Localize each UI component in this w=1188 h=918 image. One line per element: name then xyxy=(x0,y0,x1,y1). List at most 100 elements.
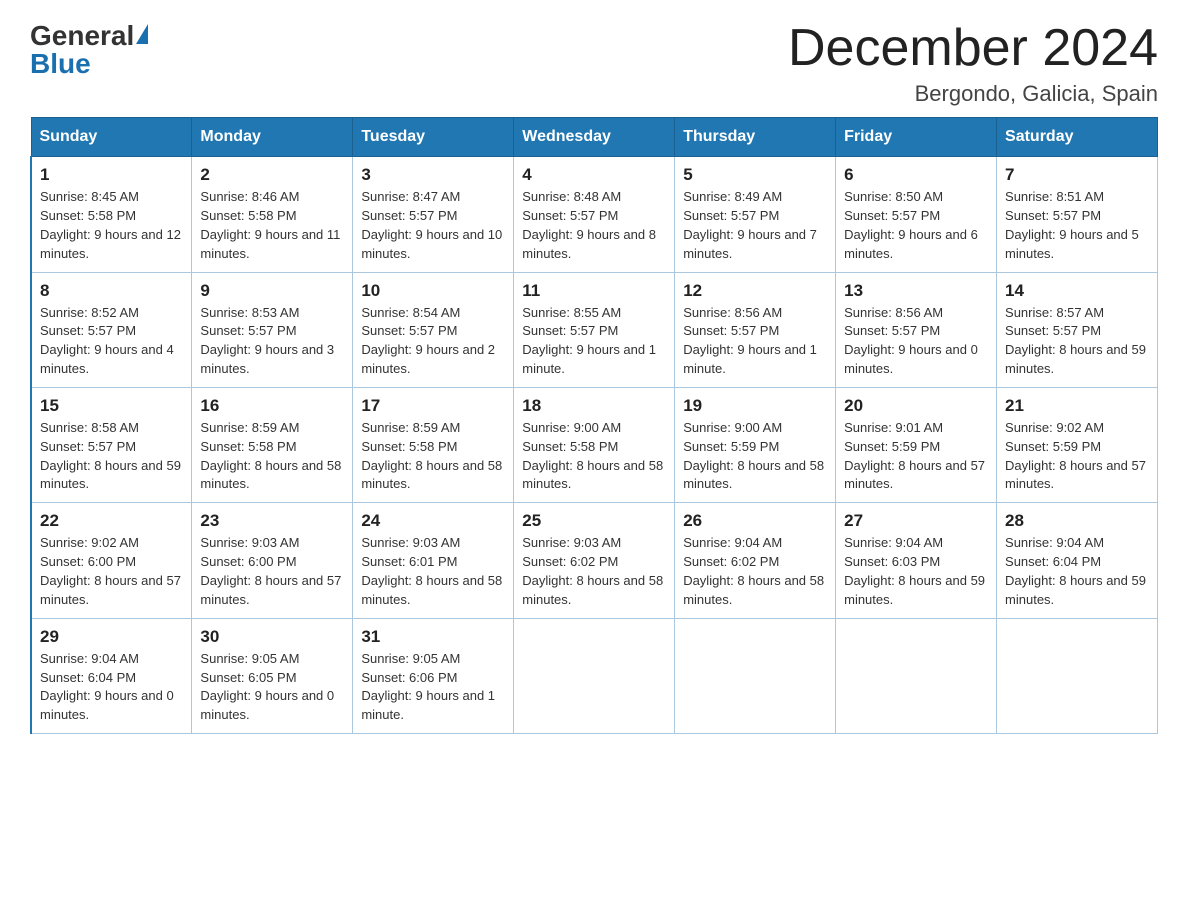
day-number: 27 xyxy=(844,511,988,531)
day-info: Sunrise: 9:03 AMSunset: 6:01 PMDaylight:… xyxy=(361,535,502,607)
calendar-table: SundayMondayTuesdayWednesdayThursdayFrid… xyxy=(30,117,1158,734)
day-info: Sunrise: 9:02 AMSunset: 5:59 PMDaylight:… xyxy=(1005,420,1146,492)
day-info: Sunrise: 9:04 AMSunset: 6:04 PMDaylight:… xyxy=(1005,535,1146,607)
calendar-cell: 12 Sunrise: 8:56 AMSunset: 5:57 PMDaylig… xyxy=(675,272,836,387)
calendar-cell: 1 Sunrise: 8:45 AMSunset: 5:58 PMDayligh… xyxy=(31,157,192,272)
header-friday: Friday xyxy=(836,118,997,157)
day-number: 3 xyxy=(361,165,505,185)
day-info: Sunrise: 8:56 AMSunset: 5:57 PMDaylight:… xyxy=(683,305,817,377)
location-title: Bergondo, Galicia, Spain xyxy=(788,81,1158,107)
day-info: Sunrise: 8:55 AMSunset: 5:57 PMDaylight:… xyxy=(522,305,656,377)
day-number: 5 xyxy=(683,165,827,185)
day-info: Sunrise: 8:57 AMSunset: 5:57 PMDaylight:… xyxy=(1005,305,1146,377)
day-number: 29 xyxy=(40,627,183,647)
header-saturday: Saturday xyxy=(997,118,1158,157)
header-thursday: Thursday xyxy=(675,118,836,157)
day-number: 30 xyxy=(200,627,344,647)
day-number: 20 xyxy=(844,396,988,416)
title-block: December 2024 Bergondo, Galicia, Spain xyxy=(788,20,1158,107)
week-row-3: 15 Sunrise: 8:58 AMSunset: 5:57 PMDaylig… xyxy=(31,387,1158,502)
day-info: Sunrise: 9:04 AMSunset: 6:02 PMDaylight:… xyxy=(683,535,824,607)
day-info: Sunrise: 9:04 AMSunset: 6:03 PMDaylight:… xyxy=(844,535,985,607)
calendar-cell: 19 Sunrise: 9:00 AMSunset: 5:59 PMDaylig… xyxy=(675,387,836,502)
calendar-cell: 23 Sunrise: 9:03 AMSunset: 6:00 PMDaylig… xyxy=(192,503,353,618)
header-wednesday: Wednesday xyxy=(514,118,675,157)
day-number: 24 xyxy=(361,511,505,531)
calendar-cell xyxy=(836,618,997,733)
day-number: 8 xyxy=(40,281,183,301)
day-info: Sunrise: 9:03 AMSunset: 6:00 PMDaylight:… xyxy=(200,535,341,607)
calendar-cell: 7 Sunrise: 8:51 AMSunset: 5:57 PMDayligh… xyxy=(997,157,1158,272)
calendar-cell: 29 Sunrise: 9:04 AMSunset: 6:04 PMDaylig… xyxy=(31,618,192,733)
day-info: Sunrise: 8:59 AMSunset: 5:58 PMDaylight:… xyxy=(200,420,341,492)
logo: General Blue xyxy=(30,20,148,80)
day-info: Sunrise: 8:50 AMSunset: 5:57 PMDaylight:… xyxy=(844,189,978,261)
calendar-cell: 25 Sunrise: 9:03 AMSunset: 6:02 PMDaylig… xyxy=(514,503,675,618)
day-number: 23 xyxy=(200,511,344,531)
day-info: Sunrise: 8:49 AMSunset: 5:57 PMDaylight:… xyxy=(683,189,817,261)
calendar-cell: 24 Sunrise: 9:03 AMSunset: 6:01 PMDaylig… xyxy=(353,503,514,618)
day-number: 14 xyxy=(1005,281,1149,301)
calendar-cell: 5 Sunrise: 8:49 AMSunset: 5:57 PMDayligh… xyxy=(675,157,836,272)
day-number: 1 xyxy=(40,165,183,185)
week-row-5: 29 Sunrise: 9:04 AMSunset: 6:04 PMDaylig… xyxy=(31,618,1158,733)
calendar-cell: 14 Sunrise: 8:57 AMSunset: 5:57 PMDaylig… xyxy=(997,272,1158,387)
day-number: 28 xyxy=(1005,511,1149,531)
calendar-cell: 2 Sunrise: 8:46 AMSunset: 5:58 PMDayligh… xyxy=(192,157,353,272)
day-number: 12 xyxy=(683,281,827,301)
day-info: Sunrise: 9:00 AMSunset: 5:58 PMDaylight:… xyxy=(522,420,663,492)
day-info: Sunrise: 9:03 AMSunset: 6:02 PMDaylight:… xyxy=(522,535,663,607)
calendar-cell: 11 Sunrise: 8:55 AMSunset: 5:57 PMDaylig… xyxy=(514,272,675,387)
day-info: Sunrise: 9:05 AMSunset: 6:06 PMDaylight:… xyxy=(361,651,495,723)
day-number: 25 xyxy=(522,511,666,531)
day-number: 2 xyxy=(200,165,344,185)
day-number: 17 xyxy=(361,396,505,416)
day-number: 16 xyxy=(200,396,344,416)
page-header: General Blue December 2024 Bergondo, Gal… xyxy=(30,20,1158,107)
calendar-cell: 27 Sunrise: 9:04 AMSunset: 6:03 PMDaylig… xyxy=(836,503,997,618)
week-row-2: 8 Sunrise: 8:52 AMSunset: 5:57 PMDayligh… xyxy=(31,272,1158,387)
calendar-cell: 8 Sunrise: 8:52 AMSunset: 5:57 PMDayligh… xyxy=(31,272,192,387)
calendar-cell: 10 Sunrise: 8:54 AMSunset: 5:57 PMDaylig… xyxy=(353,272,514,387)
calendar-cell: 9 Sunrise: 8:53 AMSunset: 5:57 PMDayligh… xyxy=(192,272,353,387)
day-number: 26 xyxy=(683,511,827,531)
calendar-cell: 15 Sunrise: 8:58 AMSunset: 5:57 PMDaylig… xyxy=(31,387,192,502)
header-monday: Monday xyxy=(192,118,353,157)
day-number: 13 xyxy=(844,281,988,301)
day-info: Sunrise: 8:46 AMSunset: 5:58 PMDaylight:… xyxy=(200,189,340,261)
day-number: 6 xyxy=(844,165,988,185)
day-info: Sunrise: 8:58 AMSunset: 5:57 PMDaylight:… xyxy=(40,420,181,492)
day-info: Sunrise: 9:05 AMSunset: 6:05 PMDaylight:… xyxy=(200,651,334,723)
calendar-cell: 21 Sunrise: 9:02 AMSunset: 5:59 PMDaylig… xyxy=(997,387,1158,502)
calendar-cell: 30 Sunrise: 9:05 AMSunset: 6:05 PMDaylig… xyxy=(192,618,353,733)
calendar-header-row: SundayMondayTuesdayWednesdayThursdayFrid… xyxy=(31,118,1158,157)
week-row-1: 1 Sunrise: 8:45 AMSunset: 5:58 PMDayligh… xyxy=(31,157,1158,272)
calendar-cell: 26 Sunrise: 9:04 AMSunset: 6:02 PMDaylig… xyxy=(675,503,836,618)
calendar-cell: 20 Sunrise: 9:01 AMSunset: 5:59 PMDaylig… xyxy=(836,387,997,502)
calendar-cell: 18 Sunrise: 9:00 AMSunset: 5:58 PMDaylig… xyxy=(514,387,675,502)
calendar-cell: 28 Sunrise: 9:04 AMSunset: 6:04 PMDaylig… xyxy=(997,503,1158,618)
day-number: 21 xyxy=(1005,396,1149,416)
day-number: 19 xyxy=(683,396,827,416)
day-info: Sunrise: 8:45 AMSunset: 5:58 PMDaylight:… xyxy=(40,189,181,261)
day-number: 9 xyxy=(200,281,344,301)
day-number: 7 xyxy=(1005,165,1149,185)
day-number: 18 xyxy=(522,396,666,416)
day-info: Sunrise: 8:59 AMSunset: 5:58 PMDaylight:… xyxy=(361,420,502,492)
day-number: 31 xyxy=(361,627,505,647)
day-number: 11 xyxy=(522,281,666,301)
calendar-cell xyxy=(514,618,675,733)
day-number: 22 xyxy=(40,511,183,531)
logo-triangle-icon xyxy=(136,24,148,44)
day-info: Sunrise: 8:53 AMSunset: 5:57 PMDaylight:… xyxy=(200,305,334,377)
day-info: Sunrise: 8:54 AMSunset: 5:57 PMDaylight:… xyxy=(361,305,495,377)
day-info: Sunrise: 8:48 AMSunset: 5:57 PMDaylight:… xyxy=(522,189,656,261)
calendar-cell xyxy=(997,618,1158,733)
day-info: Sunrise: 8:56 AMSunset: 5:57 PMDaylight:… xyxy=(844,305,978,377)
week-row-4: 22 Sunrise: 9:02 AMSunset: 6:00 PMDaylig… xyxy=(31,503,1158,618)
calendar-cell: 31 Sunrise: 9:05 AMSunset: 6:06 PMDaylig… xyxy=(353,618,514,733)
calendar-cell xyxy=(675,618,836,733)
header-sunday: Sunday xyxy=(31,118,192,157)
logo-blue-text: Blue xyxy=(30,48,91,80)
day-info: Sunrise: 9:00 AMSunset: 5:59 PMDaylight:… xyxy=(683,420,824,492)
